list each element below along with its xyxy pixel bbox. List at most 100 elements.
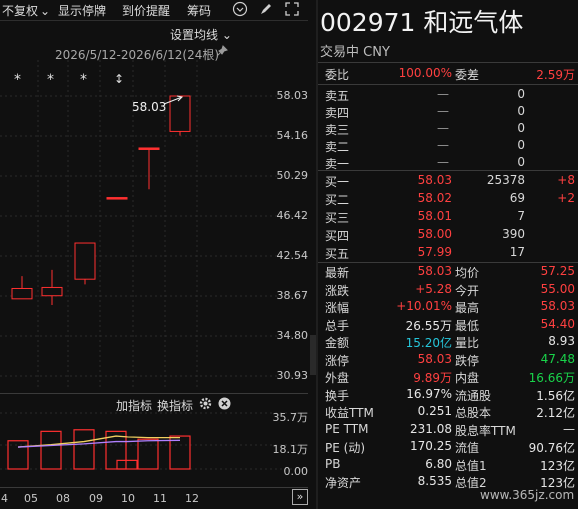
candle[interactable] [138, 147, 160, 190]
bid-price: 58.00 [417, 227, 452, 241]
volume-tick: 0.00 [283, 465, 309, 478]
ask-label: 卖二 [325, 140, 350, 154]
status-label: 交易中 [320, 45, 360, 60]
stat-value: 57.25 [540, 264, 575, 278]
volume-tick: 35.7万 [272, 411, 309, 424]
pin-icon[interactable] [216, 45, 228, 60]
ask-price: — [437, 155, 449, 169]
y-tick: 42.54 [276, 249, 309, 262]
stock-title: 002971 和远气体 [320, 3, 523, 39]
ask-row[interactable]: 卖二 — 0 [325, 138, 575, 155]
stat-label: 流值 [455, 441, 480, 455]
bid-row[interactable]: 买三 58.01 7 [325, 209, 575, 226]
stat-label: 总股本 [455, 406, 492, 420]
bid-row[interactable]: 买五 57.99 17 [325, 245, 575, 262]
y-tick: 58.03 [276, 89, 309, 102]
stat-row: 涨停 58.03 跌停 47.48 [325, 352, 575, 369]
stat-label: 涨幅 [325, 301, 350, 315]
y-tick: 54.16 [276, 129, 309, 142]
ask-row[interactable]: 卖四 — 0 [325, 104, 575, 121]
volume-bar[interactable] [40, 430, 62, 470]
bid-label: 买三 [325, 211, 350, 225]
volume-bar[interactable] [73, 429, 95, 470]
x-tick: 4 [1, 492, 8, 505]
event-marker[interactable]: * [47, 72, 54, 88]
stat-row: PE TTM 231.08 股息率TTM — [325, 422, 575, 439]
collapse-icon[interactable] [232, 1, 248, 20]
y-tick: 50.29 [276, 169, 309, 182]
chips-button[interactable]: 筹码 [187, 2, 211, 19]
ask-volume: 0 [517, 138, 525, 152]
ma-setting-button[interactable]: 设置均线 ⌄ [170, 26, 232, 43]
stat-row: 总手 26.55万 最低 54.40 [325, 317, 575, 334]
ask-row[interactable]: 卖五 — 0 [325, 87, 575, 104]
stat-value: 123亿 [540, 458, 575, 473]
bid-volume: 390 [502, 227, 525, 241]
adjust-dropdown[interactable]: 不复权 ⌄ [2, 2, 50, 19]
stat-label: 均价 [455, 266, 480, 280]
stat-value: 1.56亿 [536, 388, 575, 403]
stat-value: 0.251 [417, 404, 452, 418]
weidiff-label: 委差 [455, 68, 480, 82]
ask-price: — [437, 87, 449, 101]
stat-label: 量比 [455, 336, 480, 350]
ma-line [17, 439, 181, 448]
y-tick: 38.67 [276, 289, 309, 302]
bid-row[interactable]: 买四 58.00 390 [325, 227, 575, 244]
bid-row[interactable]: 买二 58.02 69 +2 [325, 191, 575, 208]
x-tick: 12 [185, 492, 199, 505]
volume-bar[interactable] [137, 438, 159, 470]
show-stop-button[interactable]: 显示停牌 [58, 2, 106, 19]
ask-row[interactable]: 卖三 — 0 [325, 121, 575, 138]
stat-value: 8.93 [548, 334, 575, 348]
y-tick: 30.93 [276, 369, 309, 382]
stat-label: 今开 [455, 283, 480, 298]
chevron-down-icon: ⌄ [221, 28, 232, 42]
stat-label: 最低 [455, 318, 480, 333]
draw-pen-icon[interactable] [258, 1, 274, 20]
stat-row: PB 6.80 总值1 123亿 [325, 457, 575, 474]
last-price-arrow-icon [163, 95, 184, 105]
volume-bar[interactable] [116, 459, 138, 470]
stat-value: 58.03 [540, 299, 575, 313]
event-marker[interactable]: ↕ [114, 72, 124, 86]
candle[interactable] [11, 276, 33, 300]
bid-volume: 17 [509, 245, 525, 259]
candle[interactable] [106, 197, 128, 200]
weibi-value: 100.00% [398, 66, 452, 80]
watermark: www.365jz.com [480, 488, 575, 502]
stat-value: 58.03 [417, 351, 452, 366]
volume-chart[interactable] [0, 410, 310, 490]
stat-value: 16.66万 [528, 371, 575, 385]
candles [11, 95, 191, 306]
stat-value: 6.80 [425, 456, 452, 471]
bid-row[interactable]: 买一 58.03 25378 +8 [325, 173, 575, 190]
stat-label: 金额 [325, 336, 350, 350]
candle[interactable] [74, 242, 96, 285]
price-alert-button[interactable]: 到价提醒 [122, 2, 170, 19]
event-marker[interactable]: * [80, 72, 87, 88]
event-marker[interactable]: * [14, 72, 21, 88]
stat-value: 26.55万 [405, 318, 452, 333]
candle[interactable] [41, 269, 63, 306]
x-tick: 09 [89, 492, 103, 505]
stat-value: +10.01% [396, 299, 452, 313]
stat-label: 跌停 [455, 353, 480, 368]
bid-change: +2 [557, 191, 575, 205]
x-tick: 05 [24, 492, 38, 505]
volume-tick: 18.1万 [272, 443, 309, 456]
adjust-label: 不复权 [2, 4, 39, 18]
stat-row: 外盘 9.89万 内盘 16.66万 [325, 369, 575, 386]
fullscreen-icon[interactable] [284, 1, 300, 20]
x-tick: 11 [153, 492, 167, 505]
stock-code: 002971 [320, 8, 416, 37]
ask-price: — [437, 138, 449, 152]
stat-label: PE (动) [325, 441, 365, 455]
scroll-right-button[interactable]: » [292, 489, 308, 505]
bid-volume: 7 [517, 209, 525, 223]
stat-label: 股息率TTM [455, 423, 516, 438]
stat-value: +5.28 [415, 281, 452, 296]
ask-price: — [437, 104, 449, 118]
bid-label: 买一 [325, 175, 350, 189]
weibi-row: 委比 100.00% 委差 2.59万 [325, 66, 575, 83]
